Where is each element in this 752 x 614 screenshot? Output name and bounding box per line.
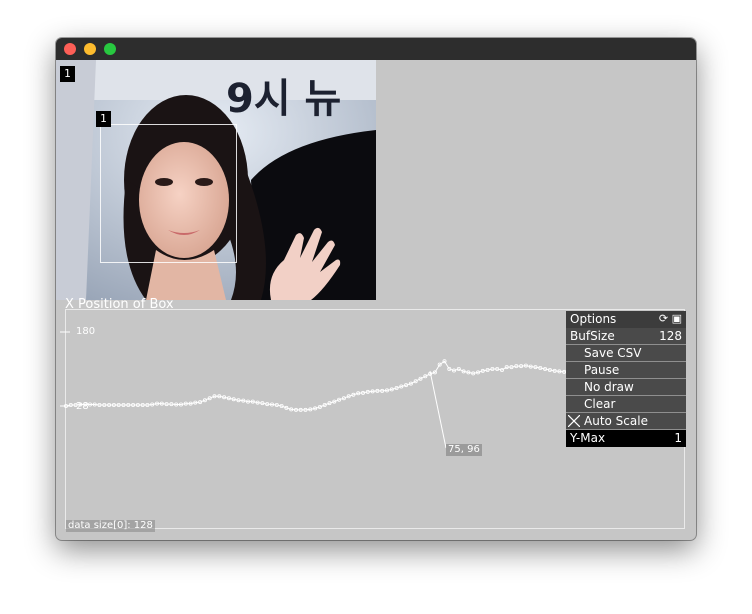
auto-scale-toggle[interactable]: Auto Scale <box>566 413 686 430</box>
auto-scale-check-icon[interactable] <box>568 415 580 427</box>
app-window: 9시 뉴 1 1 X Position of Box 180 28 75, 96… <box>56 38 696 540</box>
pause-label: Pause <box>584 363 620 377</box>
y-tick-label-top: 180 <box>76 326 96 337</box>
save-csv-button[interactable]: Save CSV <box>566 345 686 362</box>
ymax-field[interactable]: Y-Max 1 <box>566 430 686 447</box>
hover-value-tooltip: 75, 96 <box>446 444 482 456</box>
clear-label: Clear <box>584 397 616 411</box>
tooltip-leader-line <box>429 370 447 449</box>
save-csv-label: Save CSV <box>584 346 642 360</box>
options-header[interactable]: Options ⟳ ▣ <box>566 311 686 328</box>
ymax-value[interactable]: 1 <box>674 430 682 446</box>
y-tick-label-bottom: 28 <box>76 401 89 412</box>
clear-button[interactable]: Clear <box>566 396 686 413</box>
save-disk-icon[interactable]: ▣ <box>672 312 682 325</box>
refresh-icon[interactable]: ⟳ <box>659 312 668 325</box>
data-size-label: data size[0]: 128 <box>66 520 155 532</box>
auto-scale-label: Auto Scale <box>584 414 648 428</box>
plot-canvas <box>60 331 687 449</box>
bufsize-field[interactable]: BufSize 128 <box>566 328 686 345</box>
no-draw-toggle[interactable]: No draw <box>566 379 686 396</box>
no-draw-label: No draw <box>584 380 634 394</box>
ymax-label: Y-Max <box>570 431 606 445</box>
bufsize-label: BufSize <box>570 329 615 343</box>
options-panel: Options ⟳ ▣ BufSize 128 Save CSV Pause N… <box>566 311 686 447</box>
options-title: Options <box>570 312 617 326</box>
pause-toggle[interactable]: Pause <box>566 362 686 379</box>
bufsize-value[interactable]: 128 <box>659 328 682 344</box>
